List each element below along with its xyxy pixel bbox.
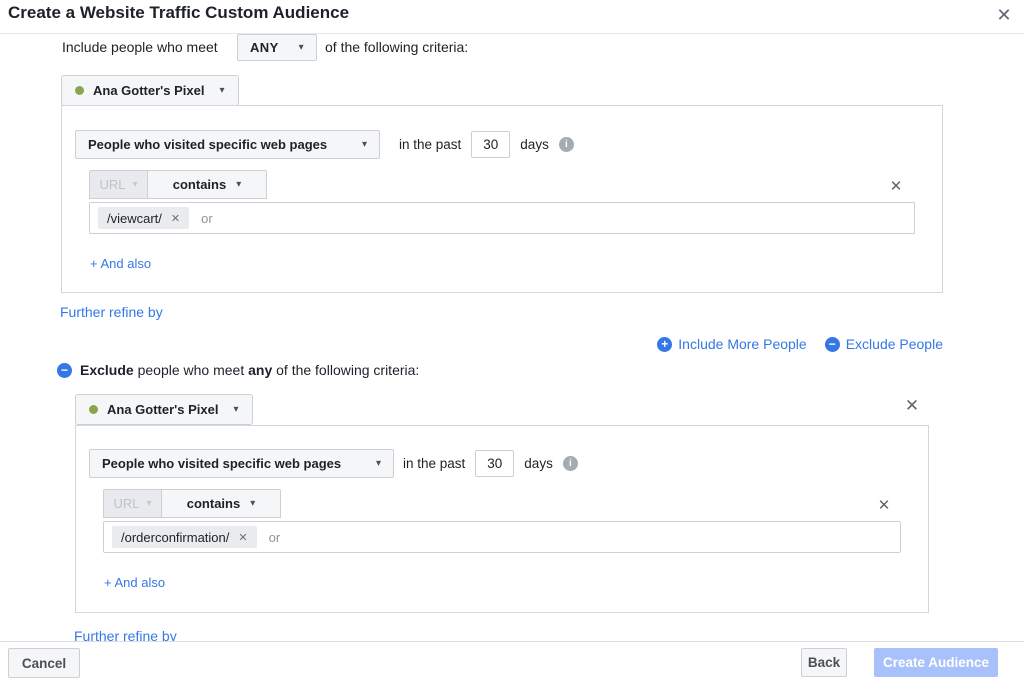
- url-tag-text: /orderconfirmation/: [121, 530, 229, 545]
- url-field-dropdown[interactable]: URL ▾: [103, 489, 161, 518]
- pixel-name: Ana Gotter's Pixel: [93, 83, 204, 98]
- info-icon[interactable]: i: [559, 137, 574, 152]
- minus-circle-icon: −: [825, 337, 840, 352]
- days-label: days: [520, 137, 549, 152]
- dialog-title: Create a Website Traffic Custom Audience: [8, 3, 349, 23]
- operator-dropdown-exclude[interactable]: contains ▾: [161, 489, 281, 518]
- pixel-name: Ana Gotter's Pixel: [107, 402, 218, 417]
- exclude-header-text: Exclude people who meet any of the follo…: [80, 362, 419, 378]
- include-more-people-label: Include More People: [678, 336, 806, 352]
- event-type-value: People who visited specific web pages: [88, 137, 327, 152]
- include-more-people-link[interactable]: + Include More People: [657, 336, 806, 352]
- info-icon[interactable]: i: [563, 456, 578, 471]
- url-field-dropdown[interactable]: URL ▾: [89, 170, 147, 199]
- pixel-dropdown-include[interactable]: Ana Gotter's Pixel ▾: [61, 75, 239, 106]
- exclude-people-link[interactable]: − Exclude People: [825, 336, 943, 352]
- include-suffix-text: of the following criteria:: [325, 39, 468, 55]
- remove-rule-icon[interactable]: ✕: [874, 495, 894, 515]
- operator-value: contains: [173, 177, 226, 192]
- pixel-dropdown-exclude[interactable]: Ana Gotter's Pixel ▾: [75, 394, 253, 425]
- days-label: days: [524, 456, 553, 471]
- and-also-link[interactable]: + And also: [90, 256, 151, 271]
- close-icon[interactable]: ✕: [991, 2, 1017, 28]
- and-also-link[interactable]: + And also: [104, 575, 165, 590]
- chevron-down-icon: ▾: [362, 139, 367, 150]
- plus-circle-icon: +: [657, 337, 672, 352]
- operator-dropdown-include[interactable]: contains ▾: [147, 170, 267, 199]
- chevron-down-icon: ▾: [233, 404, 238, 415]
- chip-remove-icon[interactable]: ✕: [171, 212, 180, 225]
- url-value-row: /orderconfirmation/ ✕: [103, 521, 901, 553]
- create-audience-button[interactable]: Create Audience: [874, 648, 998, 677]
- match-type-value: ANY: [250, 40, 279, 55]
- further-refine-link-include[interactable]: Further refine by: [60, 304, 163, 320]
- operator-value: contains: [187, 496, 240, 511]
- chip-remove-icon[interactable]: ✕: [238, 531, 247, 544]
- event-type-dropdown-include[interactable]: People who visited specific web pages ▾: [75, 130, 380, 159]
- chevron-down-icon: ▾: [376, 458, 381, 469]
- url-tag-chip: /orderconfirmation/ ✕: [112, 526, 257, 548]
- event-type-dropdown-exclude[interactable]: People who visited specific web pages ▾: [89, 449, 394, 478]
- chevron-down-icon: ▾: [146, 498, 151, 509]
- event-type-value: People who visited specific web pages: [102, 456, 341, 471]
- audience-actions-row: + Include More People − Exclude People: [657, 336, 943, 352]
- chevron-down-icon: ▾: [236, 179, 241, 190]
- chevron-down-icon: ▾: [219, 85, 224, 96]
- url-tag-chip: /viewcart/ ✕: [98, 207, 189, 229]
- create-custom-audience-dialog: Create a Website Traffic Custom Audience…: [0, 0, 1024, 684]
- url-tag-text: /viewcart/: [107, 211, 162, 226]
- pixel-status-dot-icon: [75, 86, 84, 95]
- exclude-section-header: − Exclude people who meet any of the fol…: [57, 362, 419, 378]
- pixel-status-dot-icon: [89, 405, 98, 414]
- chevron-down-icon: ▾: [299, 42, 304, 53]
- in-the-past-label: in the past: [403, 456, 465, 471]
- back-button[interactable]: Back: [801, 648, 847, 677]
- url-value-row: /viewcart/ ✕: [89, 202, 915, 234]
- chevron-down-icon: ▾: [132, 179, 137, 190]
- cancel-button[interactable]: Cancel: [8, 648, 80, 678]
- include-prefix-text: Include people who meet: [62, 39, 218, 55]
- chevron-down-icon: ▾: [250, 498, 255, 509]
- days-input-exclude[interactable]: [475, 450, 514, 477]
- url-input[interactable]: [269, 530, 892, 545]
- match-type-dropdown[interactable]: ANY ▾: [237, 34, 317, 61]
- url-input[interactable]: [201, 211, 906, 226]
- remove-exclude-section-icon[interactable]: ✕: [900, 394, 924, 418]
- dialog-footer: Cancel Back Create Audience: [0, 641, 1024, 684]
- header-divider: [0, 33, 1024, 34]
- url-field-label: URL: [113, 496, 139, 511]
- minus-circle-icon: −: [57, 363, 72, 378]
- days-input-include[interactable]: [471, 131, 510, 158]
- exclude-people-label: Exclude People: [846, 336, 943, 352]
- url-field-label: URL: [99, 177, 125, 192]
- in-the-past-label: in the past: [399, 137, 461, 152]
- remove-rule-icon[interactable]: ✕: [886, 176, 906, 196]
